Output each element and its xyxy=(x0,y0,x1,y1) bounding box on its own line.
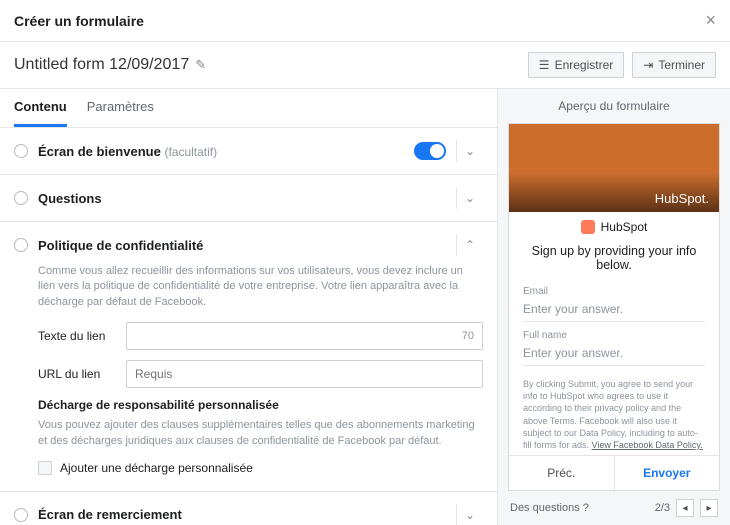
section-radio-privacy[interactable] xyxy=(14,238,28,252)
disclaimer-heading: Décharge de responsabilité personnalisée xyxy=(38,398,483,412)
save-icon: ☰ xyxy=(539,58,550,72)
hero-brand-logo: HubSpot. xyxy=(655,191,709,206)
privacy-help: Comme vous allez recueillir des informat… xyxy=(38,264,483,310)
page-indicator: 2/3 xyxy=(655,502,670,514)
welcome-toggle[interactable] xyxy=(414,142,446,160)
chevron-up-icon[interactable]: ⌃ xyxy=(456,234,483,256)
modal-title: Créer un formulaire xyxy=(14,13,144,29)
preview-legal: By clicking Submit, you agree to send yo… xyxy=(509,370,719,455)
finish-icon: ⇥ xyxy=(643,58,653,72)
section-title-questions: Questions xyxy=(38,191,102,206)
preview-fullname-input[interactable]: Enter your answer. xyxy=(523,343,705,366)
preview-email-label: Email xyxy=(523,286,705,297)
legal-link[interactable]: View Facebook Data Policy. xyxy=(592,440,703,450)
form-preview: HubSpot. HubSpot Sign up by providing yo… xyxy=(508,123,720,491)
disclaimer-help: Vous pouvez ajouter des clauses suppléme… xyxy=(38,418,483,449)
tab-settings[interactable]: Paramètres xyxy=(87,89,154,127)
section-radio-questions[interactable] xyxy=(14,191,28,205)
brand-icon xyxy=(581,220,595,234)
section-radio-thanks[interactable] xyxy=(14,508,28,522)
section-title-welcome: Écran de bienvenue (facultatif) xyxy=(38,144,217,159)
preview-heading: Aperçu du formulaire xyxy=(498,89,730,123)
preview-fullname-label: Full name xyxy=(523,330,705,341)
link-url-input[interactable] xyxy=(135,367,474,381)
brand-name: HubSpot xyxy=(601,220,648,234)
save-button[interactable]: ☰ Enregistrer xyxy=(528,52,624,78)
chevron-down-icon[interactable]: ⌄ xyxy=(456,504,483,525)
preview-headline: Sign up by providing your info below. xyxy=(509,242,719,282)
pager-next-button[interactable]: ▸ xyxy=(700,499,718,517)
save-label: Enregistrer xyxy=(555,58,614,72)
link-text-label: Texte du lien xyxy=(38,329,116,343)
link-text-input[interactable] xyxy=(135,329,456,343)
section-title-thanks: Écran de remerciement xyxy=(38,507,182,522)
preview-hero: HubSpot. xyxy=(509,124,719,212)
chevron-down-icon[interactable]: ⌄ xyxy=(456,140,483,162)
form-title: Untitled form 12/09/2017 xyxy=(14,56,189,74)
preview-send-button[interactable]: Envoyer xyxy=(615,456,720,490)
finish-label: Terminer xyxy=(658,58,705,72)
footer-questions-link[interactable]: Des questions ? xyxy=(510,502,589,514)
link-text-count: 70 xyxy=(456,330,474,342)
section-title-privacy: Politique de confidentialité xyxy=(38,238,203,253)
preview-prev-button[interactable]: Préc. xyxy=(509,456,615,490)
finish-button[interactable]: ⇥ Terminer xyxy=(632,52,716,78)
disclaimer-checkbox-label: Ajouter une décharge personnalisée xyxy=(60,461,253,475)
close-icon[interactable]: × xyxy=(705,10,716,31)
pencil-icon[interactable]: ✎ xyxy=(195,57,206,73)
link-text-input-wrap: 70 xyxy=(126,322,483,350)
link-url-label: URL du lien xyxy=(38,367,116,381)
chevron-down-icon[interactable]: ⌄ xyxy=(456,187,483,209)
section-radio-welcome[interactable] xyxy=(14,144,28,158)
link-url-input-wrap xyxy=(126,360,483,388)
preview-email-input[interactable]: Enter your answer. xyxy=(523,299,705,322)
disclaimer-checkbox[interactable] xyxy=(38,461,52,475)
form-title-row: Untitled form 12/09/2017 ✎ xyxy=(14,56,206,74)
tab-content[interactable]: Contenu xyxy=(14,89,67,127)
pager-prev-button[interactable]: ◂ xyxy=(676,499,694,517)
